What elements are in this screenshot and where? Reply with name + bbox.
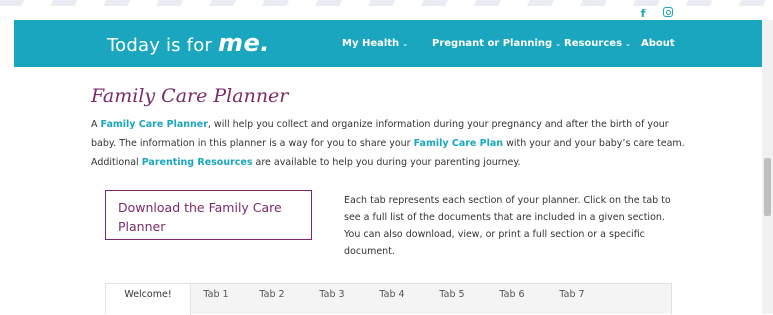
tab-2[interactable]: Tab 2 bbox=[242, 284, 302, 306]
download-planner-button[interactable]: Download the Family Care Planner bbox=[105, 190, 312, 240]
page-title: Family Care Planner bbox=[91, 85, 289, 107]
intro-text: are available to help you during your pa… bbox=[252, 157, 521, 168]
nav-resources[interactable]: Resources ⌄ bbox=[564, 20, 631, 67]
tab-5[interactable]: Tab 5 bbox=[422, 284, 482, 306]
nav-label: Pregnant or Planning bbox=[432, 38, 553, 49]
nav-label: Resources bbox=[564, 38, 623, 49]
site-logo[interactable]: Today is for me. bbox=[107, 20, 270, 67]
scrollbar-thumb[interactable] bbox=[764, 158, 771, 216]
logo-emphasis: me. bbox=[217, 29, 270, 57]
tab-3[interactable]: Tab 3 bbox=[302, 284, 362, 306]
nav-about[interactable]: About bbox=[641, 20, 675, 67]
family-care-plan-link[interactable]: Family Care Plan bbox=[414, 138, 503, 149]
planner-tabs: Welcome! Tab 1 Tab 2 Tab 3 Tab 4 Tab 5 T… bbox=[105, 283, 672, 315]
chevron-down-icon: ⌄ bbox=[625, 39, 631, 48]
tab-6[interactable]: Tab 6 bbox=[482, 284, 542, 306]
logo-text: Today is for bbox=[107, 35, 218, 56]
nav-label: My Health bbox=[342, 38, 400, 49]
nav-my-health[interactable]: My Health ⌄ bbox=[342, 20, 408, 67]
intro-text: A bbox=[91, 119, 101, 130]
nav-label: About bbox=[641, 38, 675, 49]
instagram-icon[interactable] bbox=[660, 6, 676, 20]
tab-welcome[interactable]: Welcome! bbox=[106, 284, 191, 315]
site-header: Today is for me. My Health ⌄ Pregnant or … bbox=[14, 20, 762, 67]
intro-paragraph: A Family Care Planner, will help you col… bbox=[91, 115, 691, 172]
facebook-icon[interactable]: f bbox=[636, 6, 650, 20]
chevron-down-icon: ⌄ bbox=[555, 39, 562, 48]
nav-pregnant-or-planning[interactable]: Pregnant or Planning ⌄ bbox=[432, 20, 561, 67]
tab-description: Each tab represents each section of your… bbox=[344, 195, 671, 257]
tab-4[interactable]: Tab 4 bbox=[362, 284, 422, 306]
parenting-resources-link[interactable]: Parenting Resources bbox=[142, 157, 253, 168]
family-care-planner-link[interactable]: Family Care Planner bbox=[101, 119, 208, 130]
tab-7[interactable]: Tab 7 bbox=[542, 284, 602, 306]
chevron-down-icon: ⌄ bbox=[402, 39, 409, 48]
tab-1[interactable]: Tab 1 bbox=[190, 284, 242, 306]
social-bar: f bbox=[14, 6, 762, 20]
scrollbar[interactable] bbox=[762, 20, 773, 314]
